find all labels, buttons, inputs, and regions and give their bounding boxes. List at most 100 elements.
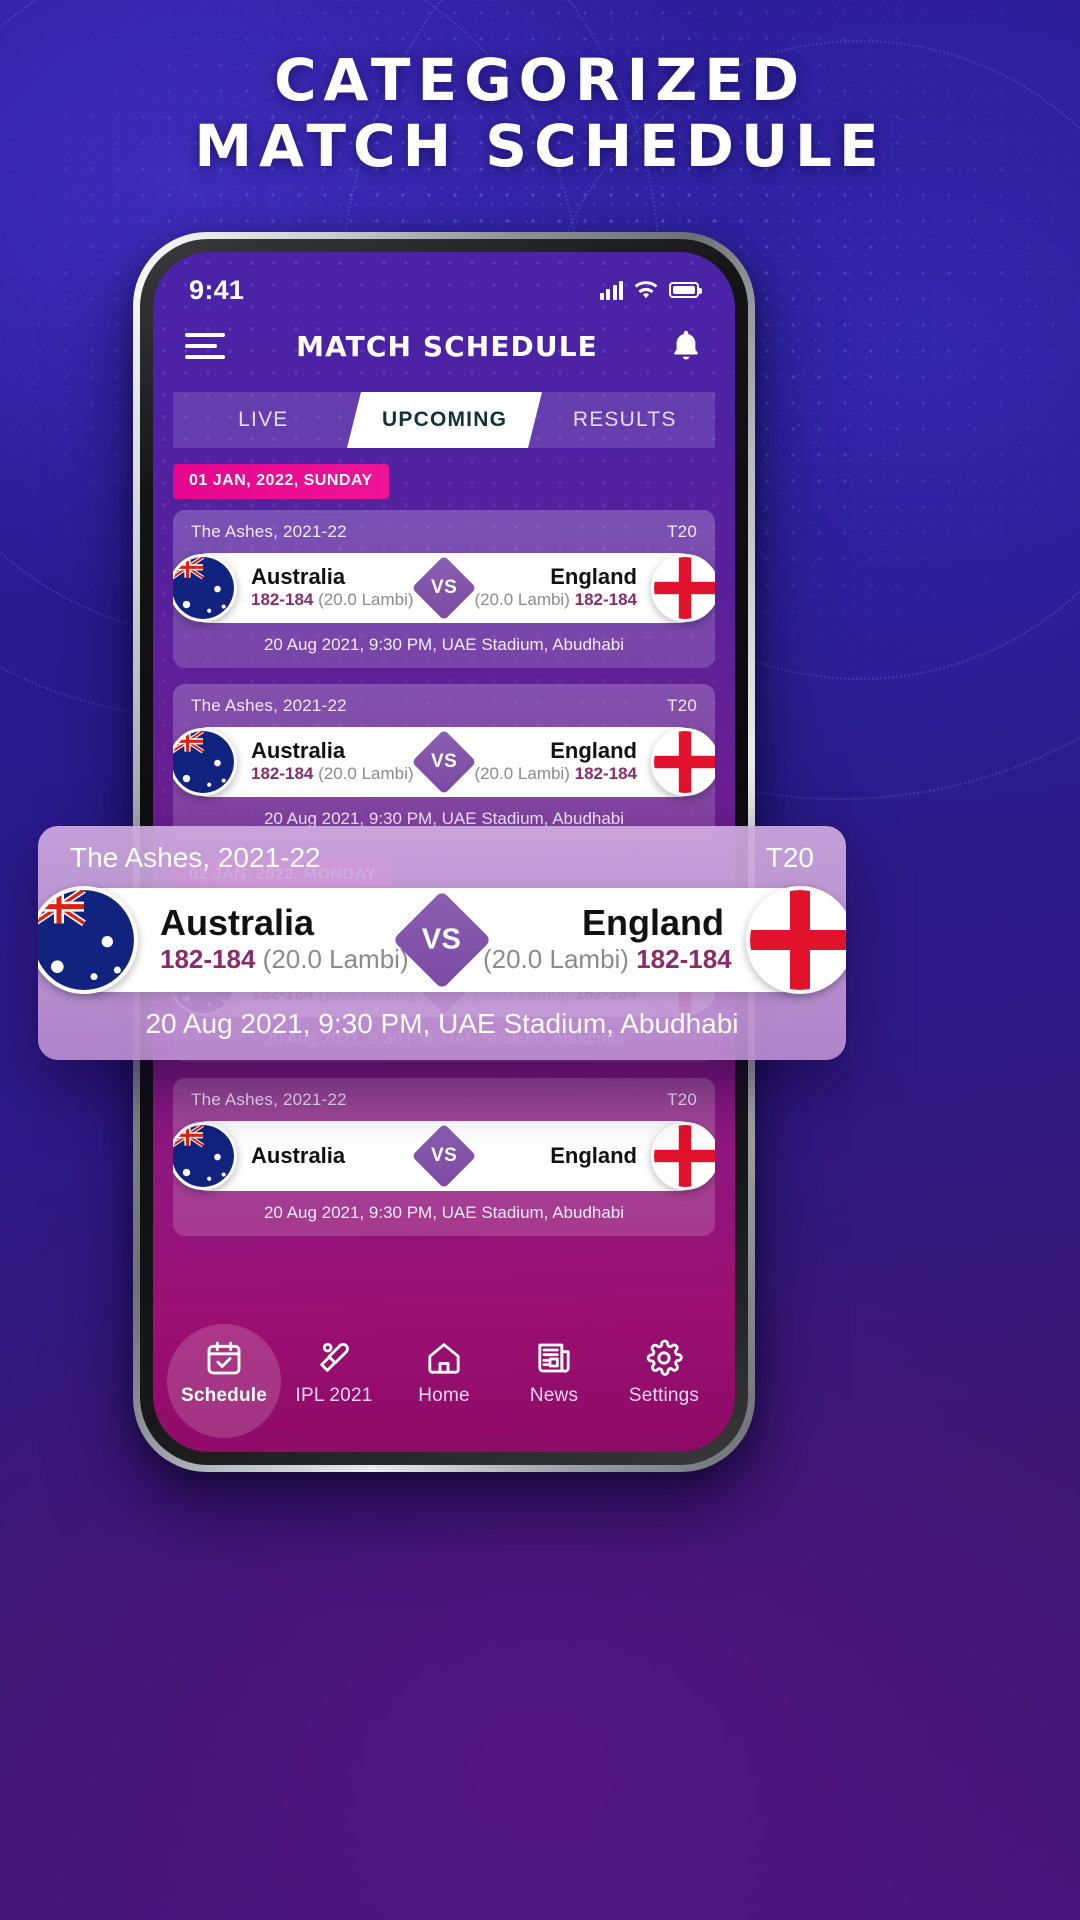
england-flag-icon bbox=[746, 886, 846, 994]
app-bar-title: MATCH SCHEDULE bbox=[296, 329, 598, 363]
match-venue: 20 Aug 2021, 9:30 PM, UAE Stadium, Abudh… bbox=[263, 635, 625, 654]
status-bar: 9:41 bbox=[153, 252, 735, 314]
vs-label: VS bbox=[430, 1144, 458, 1166]
match-card[interactable]: The Ashes, 2021-22 T20 Australia 182-184… bbox=[173, 684, 715, 842]
wifi-icon bbox=[634, 280, 658, 298]
match-card-header: The Ashes, 2021-22 T20 bbox=[173, 1090, 715, 1121]
featured-teams-row: Australia 182-184 (20.0 Lambi) VS Englan… bbox=[38, 886, 846, 994]
headline-line-1: CATEGORIZED bbox=[273, 46, 807, 114]
vs-label: VS bbox=[430, 576, 458, 598]
team-left-score: 182-184 bbox=[251, 590, 314, 610]
nav-item-news[interactable]: News bbox=[505, 1332, 603, 1407]
team-left-name: Australia bbox=[251, 563, 346, 589]
team-right-name: England bbox=[550, 737, 637, 763]
featured-card-header: The Ashes, 2021-22 T20 bbox=[38, 842, 846, 888]
featured-team-left-overs: (20.0 Lambi) bbox=[262, 944, 409, 975]
nav-item-home[interactable]: Home bbox=[395, 1332, 493, 1407]
nav-item-ipl-2021[interactable]: IPL 2021 bbox=[285, 1332, 383, 1407]
nav-item-schedule[interactable]: Schedule bbox=[175, 1332, 273, 1407]
featured-team-right-name: England bbox=[582, 901, 724, 943]
match-format: T20 bbox=[667, 522, 697, 541]
tab-results[interactable]: RESULTS bbox=[534, 392, 715, 448]
nav-item-settings[interactable]: Settings bbox=[615, 1332, 713, 1407]
australia-flag-icon bbox=[38, 886, 138, 994]
team-right: England (20.0 Lambi) 182-184 bbox=[467, 737, 651, 786]
date-badge: 01 JAN, 2022, SUNDAY bbox=[173, 464, 389, 499]
app-bar: MATCH SCHEDULE bbox=[153, 314, 735, 378]
team-left-overs: (20.0 Lambi) bbox=[318, 764, 414, 784]
featured-team-left-name: Australia bbox=[160, 901, 315, 943]
gear-icon bbox=[644, 1338, 684, 1378]
battery-icon bbox=[669, 282, 702, 298]
tab-bar: LIVE UPCOMING RESULTS bbox=[173, 392, 715, 448]
match-venue: 20 Aug 2021, 9:30 PM, UAE Stadium, Abudh… bbox=[263, 1203, 625, 1222]
nav-item-news-label: News bbox=[529, 1384, 579, 1406]
calendar-check-icon bbox=[204, 1338, 244, 1378]
featured-team-right-score: 182-184 bbox=[636, 944, 732, 975]
teams-row: Australia 182-184 (20.0 Lambi) VS Englan… bbox=[173, 727, 715, 797]
headline-line-2: MATCH SCHEDULE bbox=[194, 111, 886, 180]
league-name: The Ashes, 2021-22 bbox=[191, 522, 347, 541]
team-right-name: England bbox=[550, 563, 637, 589]
cricket-bat-ball-icon bbox=[314, 1338, 354, 1378]
team-right-overs: (20.0 Lambi) bbox=[474, 590, 570, 610]
status-clock: 9:41 bbox=[189, 274, 245, 305]
team-left-name: Australia bbox=[251, 1142, 346, 1168]
match-card-header: The Ashes, 2021-22 T20 bbox=[173, 696, 715, 727]
team-left: Australia 182-184 (20.0 Lambi) bbox=[237, 563, 421, 612]
match-card[interactable]: The Ashes, 2021-22 T20 Australia VS Engl… bbox=[173, 1078, 715, 1236]
status-icons bbox=[599, 280, 702, 300]
match-card[interactable]: The Ashes, 2021-22 T20 Australia 182-184… bbox=[173, 510, 715, 668]
team-right: England bbox=[467, 1142, 651, 1169]
team-left: Australia bbox=[237, 1142, 421, 1169]
nav-item-ipl-2021-label: IPL 2021 bbox=[295, 1384, 373, 1406]
nav-item-settings-label: Settings bbox=[628, 1384, 700, 1406]
home-icon bbox=[424, 1338, 464, 1378]
tab-live-label: LIVE bbox=[238, 408, 289, 431]
match-format: T20 bbox=[667, 696, 697, 715]
featured-match-venue: 20 Aug 2021, 9:30 PM, UAE Stadium, Abudh… bbox=[145, 1008, 739, 1039]
team-right-overs: (20.0 Lambi) bbox=[474, 764, 570, 784]
bell-icon[interactable] bbox=[669, 328, 703, 364]
teams-row: Australia VS England bbox=[173, 1121, 715, 1191]
match-format: T20 bbox=[667, 1090, 697, 1109]
match-card-header: The Ashes, 2021-22 T20 bbox=[173, 522, 715, 553]
league-name: The Ashes, 2021-22 bbox=[191, 696, 347, 715]
australia-flag-icon bbox=[173, 554, 237, 622]
australia-flag-icon bbox=[173, 728, 237, 796]
tab-live[interactable]: LIVE bbox=[173, 392, 354, 448]
featured-team-right-overs: (20.0 Lambi) bbox=[483, 944, 629, 975]
featured-team-right: England (20.0 Lambi) 182-184 bbox=[477, 901, 746, 977]
tab-upcoming[interactable]: UPCOMING bbox=[346, 392, 542, 448]
bottom-navigation: Schedule IPL 2021 Home News Settings bbox=[153, 1302, 735, 1452]
featured-match-card[interactable]: The Ashes, 2021-22 T20 Australia 182-184… bbox=[38, 826, 846, 1060]
england-flag-icon bbox=[651, 1122, 715, 1190]
page-title: CATEGORIZED MATCH SCHEDULE bbox=[0, 46, 1080, 180]
team-right: England (20.0 Lambi) 182-184 bbox=[467, 563, 651, 612]
australia-flag-icon bbox=[173, 1122, 237, 1190]
newspaper-icon bbox=[534, 1338, 574, 1378]
hamburger-menu-icon[interactable] bbox=[185, 333, 225, 359]
tab-upcoming-label: UPCOMING bbox=[381, 408, 507, 431]
team-left-overs: (20.0 Lambi) bbox=[318, 590, 414, 610]
vs-label: VS bbox=[430, 750, 458, 772]
team-left-score: 182-184 bbox=[251, 764, 314, 784]
featured-match-format: T20 bbox=[765, 842, 814, 873]
featured-team-left: Australia 182-184 (20.0 Lambi) bbox=[138, 901, 409, 977]
team-left-name: Australia bbox=[251, 737, 346, 763]
england-flag-icon bbox=[651, 728, 715, 796]
team-right-score: 182-184 bbox=[574, 764, 637, 784]
team-right-score: 182-184 bbox=[574, 590, 637, 610]
team-right-name: England bbox=[550, 1142, 637, 1168]
cellular-signal-icon bbox=[599, 280, 623, 300]
tab-results-label: RESULTS bbox=[572, 408, 677, 431]
featured-league-name: The Ashes, 2021-22 bbox=[70, 842, 321, 873]
league-name: The Ashes, 2021-22 bbox=[191, 1090, 347, 1109]
team-left: Australia 182-184 (20.0 Lambi) bbox=[237, 737, 421, 786]
teams-row: Australia 182-184 (20.0 Lambi) VS Englan… bbox=[173, 553, 715, 623]
featured-team-left-score: 182-184 bbox=[160, 944, 256, 975]
featured-vs-label: VS bbox=[422, 923, 462, 956]
vs-badge: VS bbox=[411, 1123, 477, 1189]
nav-item-schedule-label: Schedule bbox=[180, 1384, 268, 1406]
nav-item-home-label: Home bbox=[418, 1384, 470, 1406]
